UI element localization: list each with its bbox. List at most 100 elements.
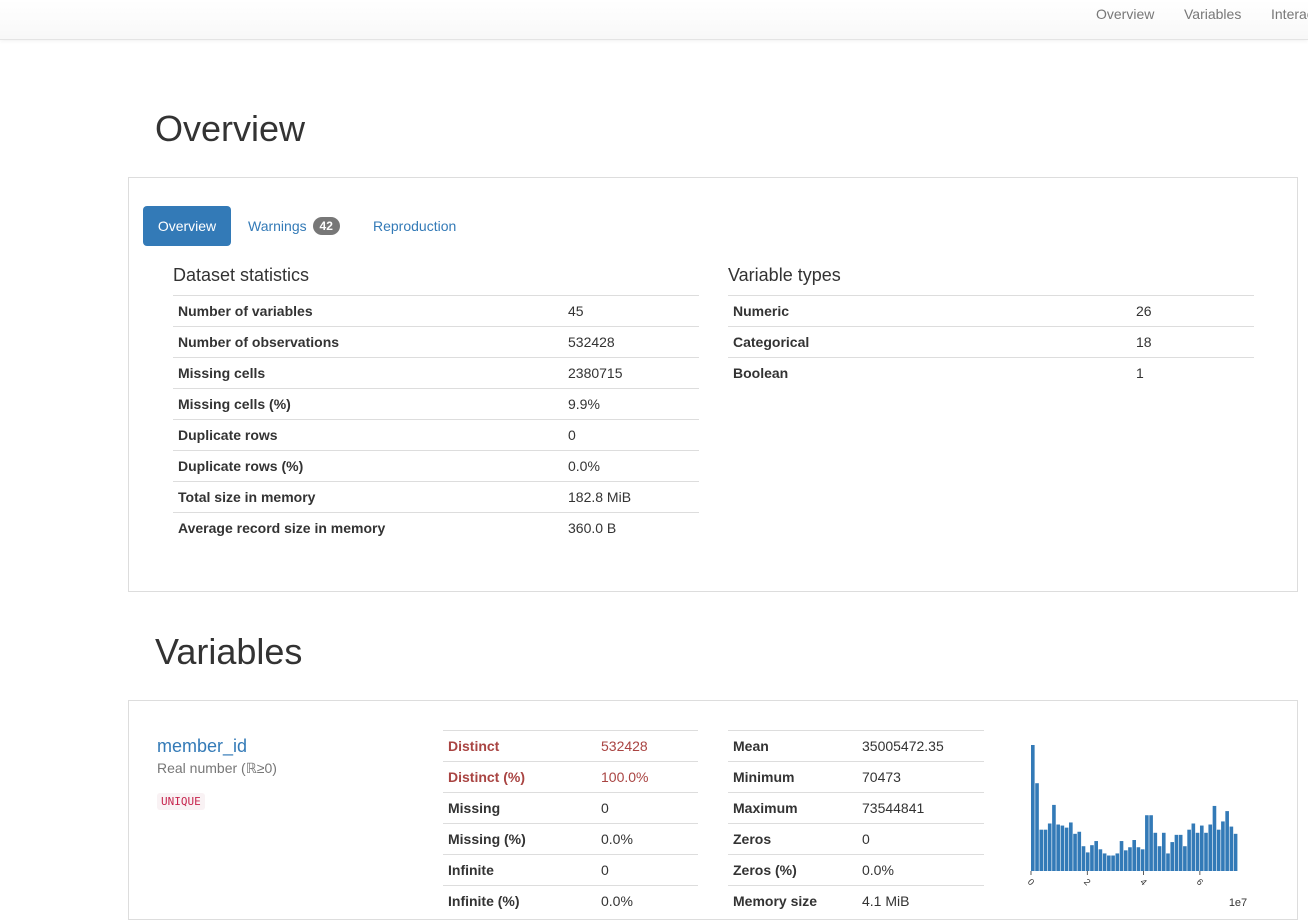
histogram-bar	[1195, 832, 1200, 871]
dataset-stat-row: Duplicate rows 0	[173, 419, 699, 451]
stat-label: Boolean	[728, 357, 1131, 389]
stat-label: Minimum	[728, 761, 857, 793]
stat-value: 0.0%	[857, 854, 984, 886]
histogram-bar	[1136, 847, 1141, 871]
stat-label: Missing cells (%)	[173, 388, 563, 420]
variable-stat-row: Distinct (%) 100.0%	[443, 761, 698, 793]
histogram-bar	[1229, 826, 1234, 871]
dataset-stat-row: Missing cells 2380715	[173, 357, 699, 389]
stat-value: 360.0 B	[563, 512, 699, 544]
stat-value: 0.0%	[563, 450, 699, 482]
stat-value: 35005472.35	[857, 730, 984, 762]
variable-stat-row: Minimum 70473	[728, 761, 984, 793]
dataset-stat-row: Average record size in memory 360.0 B	[173, 512, 699, 544]
stat-label: Maximum	[728, 792, 857, 824]
histogram-bar	[1216, 829, 1221, 871]
tab-warnings-label: Warnings	[248, 218, 307, 234]
histogram-bar	[1132, 840, 1137, 871]
variable-type-label: Real number (ℝ≥0)	[157, 760, 277, 776]
variable-stat-row: Infinite 0	[443, 854, 698, 886]
histogram-bar	[1031, 745, 1035, 871]
stat-label: Mean	[728, 730, 857, 762]
variable-stats-left-table: Distinct 532428 Distinct (%) 100.0% Missing 0…	[443, 730, 698, 917]
variable-stat-row: Zeros 0	[728, 823, 984, 855]
stat-label: Missing	[443, 792, 596, 824]
stat-label: Average record size in memory	[173, 512, 563, 544]
histogram-bar	[1212, 805, 1217, 871]
variables-title: Variables	[155, 631, 303, 672]
histogram-bar	[1107, 855, 1111, 871]
variable-stat-row: Maximum 73544841	[728, 792, 984, 824]
histogram-bar	[1204, 832, 1208, 871]
histogram-bar	[1077, 831, 1082, 871]
stat-label: Categorical	[728, 326, 1131, 358]
stat-value: 100.0%	[596, 761, 698, 793]
stat-label: Duplicate rows (%)	[173, 450, 563, 482]
stat-label: Missing (%)	[443, 823, 596, 855]
histogram-bar	[1174, 834, 1179, 871]
stat-label: Infinite (%)	[443, 885, 596, 917]
dataset-stat-row: Total size in memory 182.8 MiB	[173, 481, 699, 513]
histogram-bar	[1208, 824, 1213, 871]
overview-panel: Overview Warnings 42 Reproduction Datase…	[128, 177, 1298, 592]
stat-label: Numeric	[728, 295, 1131, 327]
variable-name-link[interactable]: member_id	[157, 736, 247, 757]
variable-types-heading: Variable types	[728, 265, 841, 285]
histogram-bar	[1157, 846, 1162, 871]
histogram-bar	[1149, 815, 1153, 871]
stat-value: 0	[563, 419, 699, 451]
histogram-bar	[1166, 853, 1170, 871]
stat-label: Infinite	[443, 854, 596, 886]
tab-warnings[interactable]: Warnings 42	[248, 206, 340, 246]
stat-label: Missing cells	[173, 357, 563, 389]
stat-value: 0	[596, 792, 698, 824]
overview-title: Overview	[155, 108, 306, 149]
histogram-tick-label: 2	[1082, 877, 1093, 888]
histogram-bar	[1199, 825, 1204, 871]
variable-stat-row: Distinct 532428	[443, 730, 698, 762]
tab-overview[interactable]: Overview	[143, 206, 231, 246]
histogram-bar	[1221, 821, 1225, 871]
histogram-bar	[1123, 850, 1128, 871]
stat-value: 182.8 MiB	[563, 481, 699, 513]
histogram-bar	[1035, 783, 1039, 871]
nav-link-overview[interactable]: Overview	[1096, 6, 1154, 22]
histogram-bar	[1060, 825, 1065, 871]
histogram-bar	[1081, 846, 1086, 871]
tab-reproduction[interactable]: Reproduction	[373, 206, 456, 246]
stat-value: 26	[1131, 295, 1254, 327]
histogram-bar	[1102, 853, 1107, 871]
histogram-bar	[1098, 849, 1103, 871]
histogram-bar	[1115, 853, 1120, 871]
top-navbar: Overview Variables Interactions	[0, 0, 1308, 40]
variable-stat-row: Zeros (%) 0.0%	[728, 854, 984, 886]
histogram-bar	[1153, 832, 1158, 871]
histogram-bar	[1119, 841, 1124, 871]
nav-link-variables[interactable]: Variables	[1184, 6, 1241, 22]
variable-panel-member-id: member_id Real number (ℝ≥0) UNIQUE Disti…	[128, 700, 1298, 920]
histogram-bar	[1183, 846, 1187, 871]
stat-value: 532428	[563, 326, 699, 358]
stat-label: Zeros	[728, 823, 857, 855]
histogram-bar	[1111, 855, 1115, 871]
stat-value: 4.1 MiB	[857, 885, 984, 917]
histogram-bar	[1069, 822, 1073, 871]
histogram-bar	[1064, 827, 1069, 871]
variable-stat-row: Mean 35005472.35	[728, 730, 984, 762]
stat-label: Distinct (%)	[443, 761, 596, 793]
stat-value: 0.0%	[596, 823, 698, 855]
stat-value: 1	[1131, 357, 1254, 389]
histogram-tick-label: 6	[1195, 877, 1206, 888]
nav-link-interactions[interactable]: Interactions	[1271, 6, 1308, 22]
histogram-bar	[1178, 834, 1183, 871]
histogram-bar	[1187, 829, 1191, 871]
histogram-bar	[1052, 804, 1056, 871]
histogram-axis-offset: 1e7	[1229, 897, 1247, 909]
histogram-bar	[1043, 829, 1048, 871]
stat-label: Distinct	[443, 730, 596, 762]
histogram-bar	[1085, 852, 1090, 871]
histogram-bar	[1191, 823, 1196, 871]
histogram-bar	[1128, 847, 1132, 871]
dataset-stat-row: Number of variables 45	[173, 295, 699, 327]
stat-value: 532428	[596, 730, 698, 762]
